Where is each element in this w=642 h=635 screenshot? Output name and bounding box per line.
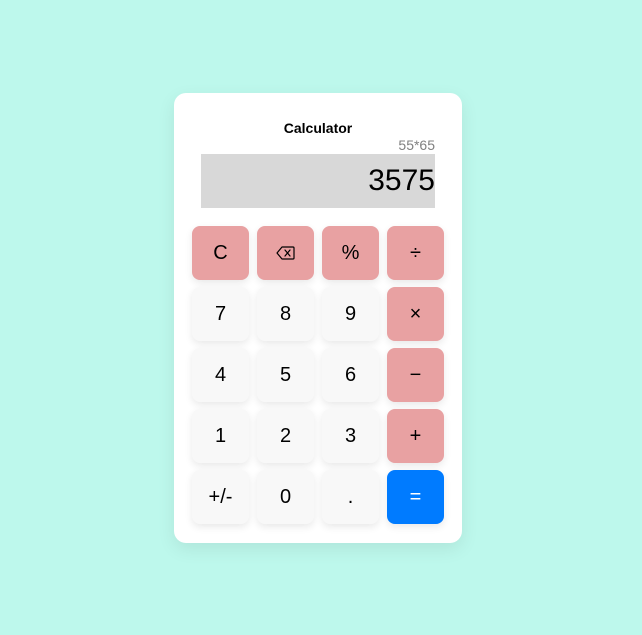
seven-button[interactable]: 7: [192, 287, 249, 341]
negate-button[interactable]: +/-: [192, 470, 249, 524]
two-button[interactable]: 2: [257, 409, 314, 463]
subtract-button[interactable]: −: [387, 348, 444, 402]
expression-readout: 55*65: [398, 137, 435, 153]
eight-button[interactable]: 8: [257, 287, 314, 341]
five-button[interactable]: 5: [257, 348, 314, 402]
nine-button[interactable]: 9: [322, 287, 379, 341]
six-button[interactable]: 6: [322, 348, 379, 402]
backspace-button[interactable]: [257, 226, 314, 280]
calculator-card: Calculator 55*65 3575 C % ÷ 7 8 9 × 4 5 …: [174, 93, 462, 543]
zero-button[interactable]: 0: [257, 470, 314, 524]
calculator-title: Calculator: [283, 120, 353, 136]
one-button[interactable]: 1: [192, 409, 249, 463]
divide-button[interactable]: ÷: [387, 226, 444, 280]
display-value: 3575: [368, 164, 435, 197]
display-screen: 3575: [201, 154, 435, 208]
clear-button[interactable]: C: [192, 226, 249, 280]
keypad: C % ÷ 7 8 9 × 4 5 6 − 1 2 3 + +/- 0 . =: [192, 226, 444, 524]
multiply-button[interactable]: ×: [387, 287, 444, 341]
backspace-icon: [276, 246, 295, 260]
four-button[interactable]: 4: [192, 348, 249, 402]
equals-button[interactable]: =: [387, 470, 444, 524]
decimal-button[interactable]: .: [322, 470, 379, 524]
three-button[interactable]: 3: [322, 409, 379, 463]
percent-button[interactable]: %: [322, 226, 379, 280]
add-button[interactable]: +: [387, 409, 444, 463]
